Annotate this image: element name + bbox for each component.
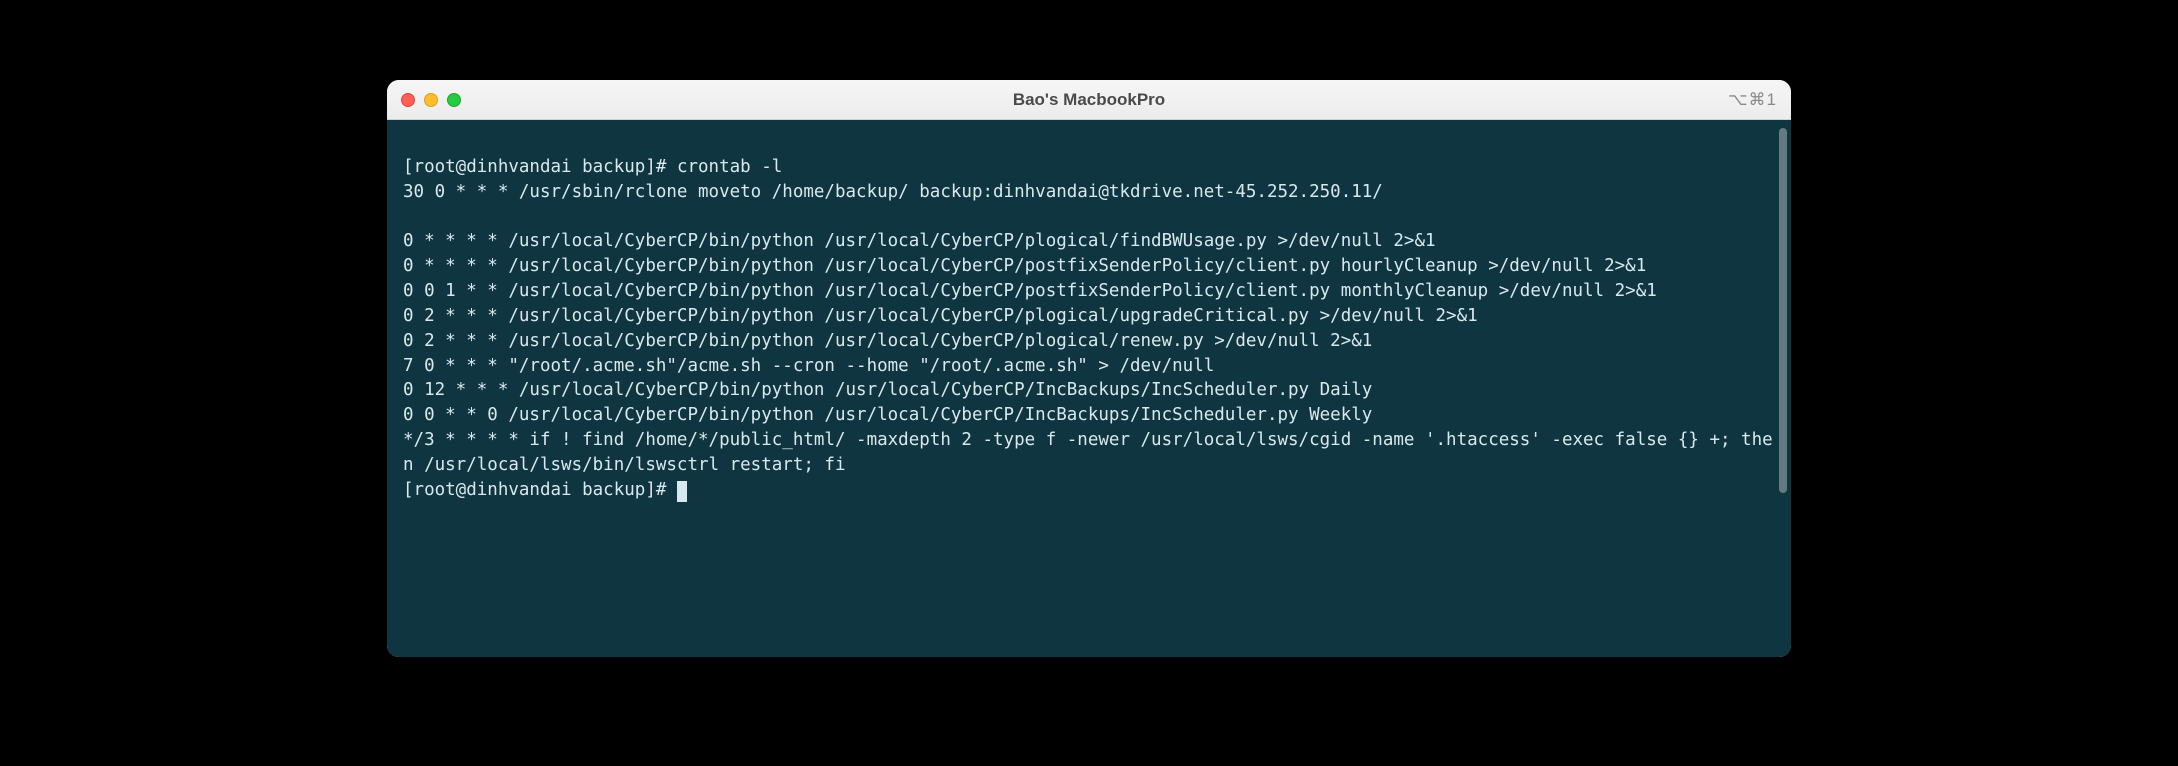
output-line: 0 0 1 * * /usr/local/CyberCP/bin/python …: [403, 281, 1657, 301]
title-bar: Bao's MacbookPro ⌥⌘1: [387, 80, 1791, 120]
close-icon[interactable]: [401, 93, 415, 107]
terminal-window: Bao's MacbookPro ⌥⌘1 [root@dinhvandai ba…: [387, 80, 1791, 657]
output-line: 0 0 * * 0 /usr/local/CyberCP/bin/python …: [403, 405, 1372, 425]
window-title: Bao's MacbookPro: [1013, 90, 1165, 110]
command-text: crontab -l: [677, 157, 782, 177]
shortcut-hint: ⌥⌘1: [1728, 90, 1777, 110]
prompt: [root@dinhvandai backup]#: [403, 480, 677, 500]
maximize-icon[interactable]: [447, 93, 461, 107]
traffic-lights: [401, 93, 461, 107]
scrollbar-thumb[interactable]: [1779, 128, 1787, 493]
output-line: */3 * * * * if ! find /home/*/public_htm…: [403, 430, 1773, 475]
output-line: 30 0 * * * /usr/sbin/rclone moveto /home…: [403, 182, 1383, 202]
output-line: 7 0 * * * "/root/.acme.sh"/acme.sh --cro…: [403, 356, 1214, 376]
terminal-body[interactable]: [root@dinhvandai backup]# crontab -l30 0…: [387, 120, 1791, 657]
prompt-line: [root@dinhvandai backup]#: [403, 478, 1775, 503]
scrollbar-track[interactable]: [1777, 128, 1787, 649]
prompt: [root@dinhvandai backup]#: [403, 157, 677, 177]
output-line: 0 * * * * /usr/local/CyberCP/bin/python …: [403, 231, 1436, 251]
output-line: 0 * * * * /usr/local/CyberCP/bin/python …: [403, 256, 1646, 276]
output-line: [403, 205, 1775, 230]
output-line: 0 12 * * * /usr/local/CyberCP/bin/python…: [403, 380, 1372, 400]
command-line: [root@dinhvandai backup]# crontab -l: [403, 155, 1775, 180]
output-line: 0 2 * * * /usr/local/CyberCP/bin/python …: [403, 331, 1372, 351]
cursor-icon: [677, 481, 687, 502]
minimize-icon[interactable]: [424, 93, 438, 107]
output-line: 0 2 * * * /usr/local/CyberCP/bin/python …: [403, 306, 1478, 326]
